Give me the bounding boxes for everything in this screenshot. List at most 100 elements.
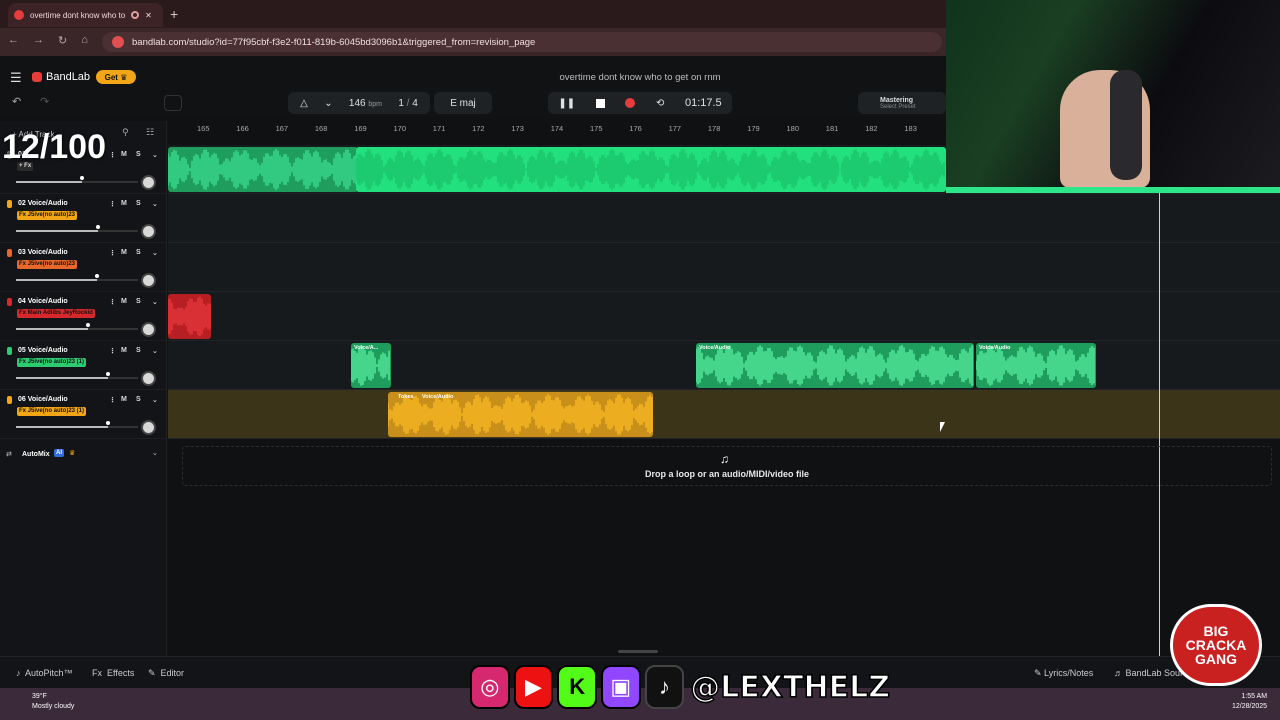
mute-button[interactable]: M <box>121 200 127 207</box>
mute-button[interactable]: M <box>121 396 127 403</box>
loop-icon[interactable]: ⟲ <box>656 98 664 109</box>
mute-button[interactable]: M <box>121 151 127 158</box>
site-info-icon[interactable] <box>112 36 124 48</box>
back-icon[interactable]: ← <box>8 34 19 47</box>
solo-button[interactable]: S <box>136 200 141 207</box>
audio-clip[interactable]: Voice/A... <box>351 343 391 388</box>
volume-slider[interactable] <box>16 181 138 183</box>
track-header[interactable]: 04 Voice/Audio Fx Main Adlibs JeyRockid ⋮ M… <box>0 292 167 341</box>
bandlab-logo[interactable]: BandLab <box>32 71 90 83</box>
effects-chip[interactable]: Fx J5ive(no auto)23 <box>17 211 78 220</box>
pan-knob[interactable] <box>141 322 156 337</box>
automix-row[interactable]: ⇄ AutoMix AI ♛ ⌄ <box>0 446 167 464</box>
audio-clip[interactable]: Voice/Audio <box>696 343 974 388</box>
track-header[interactable]: 05 Voice/Audio Fx J5ive(no auto)23 (1) ⋮ M S… <box>0 341 167 390</box>
lyrics-notes-button[interactable]: ✎ Lyrics/Notes <box>1034 668 1093 679</box>
track-name[interactable]: 05 Voice/Audio <box>18 347 68 354</box>
volume-slider[interactable] <box>16 377 138 379</box>
chevron-down-icon[interactable]: ⌄ <box>152 347 158 355</box>
chevron-down-icon[interactable]: ⌄ <box>152 396 158 404</box>
metronome-dropdown-icon[interactable]: ⌄ <box>324 98 332 109</box>
taskbar-clock[interactable]: 1:55 AM 12/28/2025 <box>1232 692 1267 712</box>
playhead[interactable] <box>1159 188 1160 656</box>
mute-button[interactable]: M <box>121 249 127 256</box>
track-name[interactable]: 02 Voice/Audio <box>18 200 68 207</box>
pan-knob[interactable] <box>141 420 156 435</box>
stop-icon[interactable] <box>595 98 605 108</box>
snap-toggle-icon[interactable] <box>164 95 182 111</box>
metronome-icon[interactable]: △ <box>300 98 308 109</box>
solo-button[interactable]: S <box>136 347 141 354</box>
track-name[interactable]: 03 Voice/Audio <box>18 249 68 256</box>
more-options-icon[interactable]: ⋮ <box>109 151 116 159</box>
undo-icon[interactable]: ↶ <box>12 95 21 108</box>
track-header[interactable]: 06 Voice/Audio Fx J5ive(no auto)23 (1) ⋮ M S… <box>0 390 167 439</box>
track-name[interactable]: 04 Voice/Audio <box>18 298 68 305</box>
editor-button[interactable]: ✎ Editor <box>148 668 184 679</box>
record-icon[interactable] <box>625 98 636 108</box>
close-tab-icon[interactable]: ✕ <box>145 11 152 20</box>
track-lane[interactable] <box>168 390 1280 439</box>
chevron-down-icon[interactable]: ⌄ <box>152 449 158 457</box>
solo-button[interactable]: S <box>136 249 141 256</box>
pan-knob[interactable] <box>141 224 156 239</box>
audio-clip[interactable]: Voice/Audio <box>976 343 1096 388</box>
track-name[interactable]: 06 Voice/Audio <box>18 396 68 403</box>
pause-icon[interactable]: ❚❚ <box>558 98 575 109</box>
volume-knob[interactable] <box>94 274 99 278</box>
more-options-icon[interactable]: ⋮ <box>109 249 116 257</box>
more-options-icon[interactable]: ⋮ <box>109 298 116 306</box>
track-lane[interactable] <box>168 194 1280 243</box>
autopitch-button[interactable]: ♪ AutoPitch™ <box>16 668 73 678</box>
get-membership-button[interactable]: Get ♛ <box>96 70 136 84</box>
track-lane[interactable] <box>168 292 1280 341</box>
volume-knob[interactable] <box>105 372 110 376</box>
hamburger-menu-icon[interactable]: ☰ <box>10 70 22 86</box>
track-settings-icon[interactable]: ☷ <box>146 127 154 138</box>
audio-clip[interactable] <box>168 147 358 192</box>
new-tab-button[interactable]: + <box>170 6 178 22</box>
effects-chip[interactable]: Fx J5ive(no auto)23 (1) <box>17 358 87 367</box>
volume-knob[interactable] <box>79 176 84 180</box>
bpm-field[interactable]: 146 bpm <box>349 98 382 109</box>
project-title[interactable]: overtime dont know who to get on rnm <box>530 72 750 83</box>
effects-chip[interactable]: Fx J5ive(no auto)23 (1) <box>17 407 87 416</box>
panel-resize-handle[interactable] <box>618 650 658 653</box>
chevron-down-icon[interactable]: ⌄ <box>152 151 158 159</box>
track-header[interactable]: 02 Voice/Audio Fx J5ive(no auto)23 ⋮ M S ⌄ <box>0 194 167 243</box>
more-options-icon[interactable]: ⋮ <box>109 200 116 208</box>
volume-slider[interactable] <box>16 230 138 232</box>
chevron-down-icon[interactable]: ⌄ <box>152 298 158 306</box>
chevron-down-icon[interactable]: ⌄ <box>152 249 158 257</box>
volume-slider[interactable] <box>16 328 138 330</box>
audio-clip[interactable]: Voice/Audio Tokes <box>388 392 653 437</box>
chevron-down-icon[interactable]: ⌄ <box>152 200 158 208</box>
more-options-icon[interactable]: ⋮ <box>109 347 116 355</box>
solo-button[interactable]: S <box>136 151 141 158</box>
effects-chip[interactable]: Fx Main Adlibs JeyRockid <box>17 309 95 318</box>
mute-button[interactable]: M <box>121 298 127 305</box>
effects-button[interactable]: Fx Effects <box>92 668 134 678</box>
volume-slider[interactable] <box>16 279 138 281</box>
key-selector[interactable]: E maj <box>434 92 492 114</box>
solo-button[interactable]: S <box>136 298 141 305</box>
weather-widget[interactable]: 39°F Mostly cloudy <box>32 692 74 712</box>
volume-knob[interactable] <box>85 323 90 327</box>
forward-icon[interactable]: → <box>33 34 44 47</box>
more-options-icon[interactable]: ⋮ <box>109 396 116 404</box>
pan-knob[interactable] <box>141 273 156 288</box>
track-header[interactable]: 03 Voice/Audio Fx J5ive(no auto)23 ⋮ M S ⌄ <box>0 243 167 292</box>
volume-knob[interactable] <box>105 421 110 425</box>
effects-chip[interactable]: Fx J5ive(no auto)23 <box>17 260 78 269</box>
mastering-button[interactable]: Mastering Select Preset <box>858 92 946 114</box>
redo-icon[interactable]: ↷ <box>40 95 49 108</box>
solo-button[interactable]: S <box>136 396 141 403</box>
audio-clip[interactable] <box>356 147 946 192</box>
reload-icon[interactable]: ↻ <box>58 34 67 47</box>
time-signature[interactable]: 1 / 4 <box>398 98 417 109</box>
pan-knob[interactable] <box>141 175 156 190</box>
pan-knob[interactable] <box>141 371 156 386</box>
volume-slider[interactable] <box>16 426 138 428</box>
audio-clip[interactable] <box>168 294 211 339</box>
tuner-icon[interactable]: ⚲ <box>122 127 129 138</box>
